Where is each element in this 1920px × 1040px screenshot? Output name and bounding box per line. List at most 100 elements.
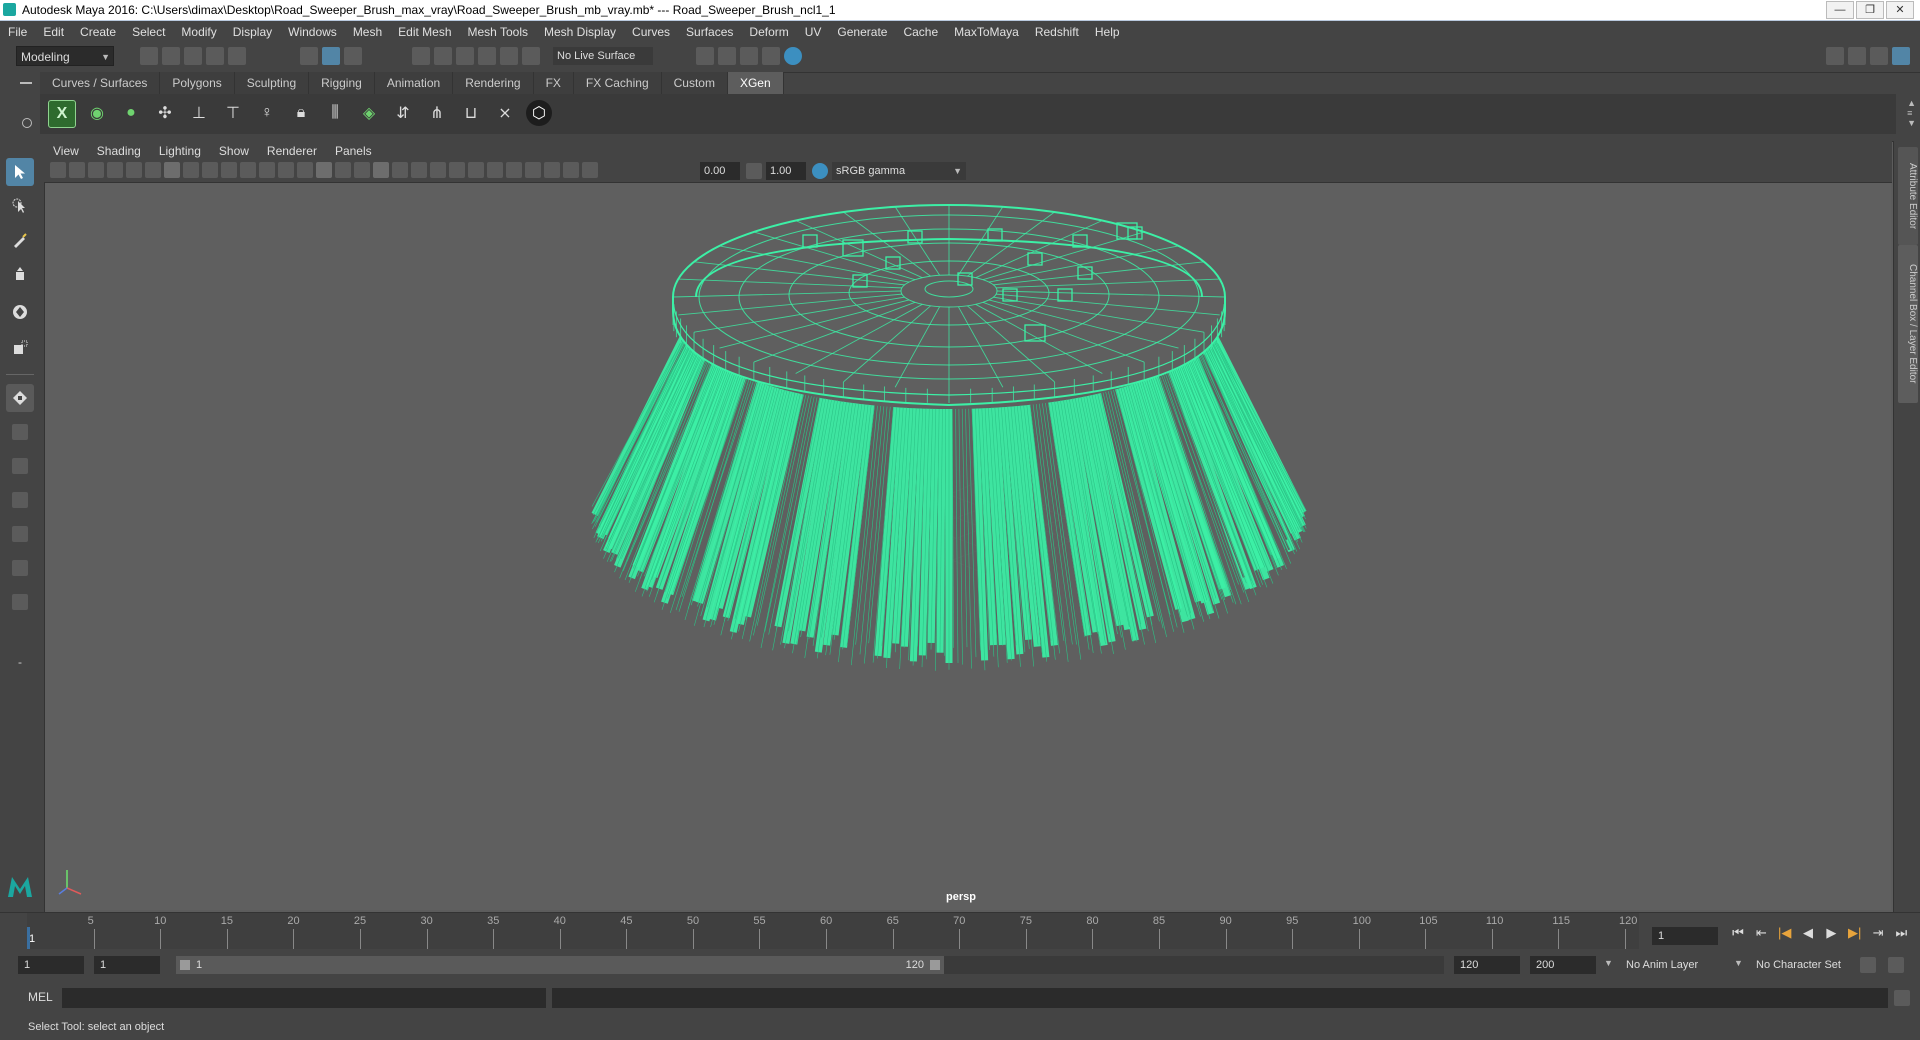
xgen-layers-icon[interactable]: ◈ — [356, 100, 382, 126]
single-perspective-layout-icon[interactable] — [6, 418, 34, 446]
menu-uv[interactable]: UV — [797, 25, 830, 39]
scale-tool-icon[interactable] — [6, 334, 34, 362]
shelf-tab-curves-surfaces[interactable]: Curves / Surfaces — [40, 72, 161, 94]
shelf-tab-fx[interactable]: FX — [533, 72, 574, 94]
scene-start-field[interactable]: 1 — [18, 956, 84, 974]
xgen-interactive-groom-icon[interactable]: ⬡ — [526, 100, 552, 126]
menu-maxtomaya[interactable]: MaxToMaya — [946, 25, 1027, 39]
xgen-preview-icon[interactable]: ◉ — [84, 100, 110, 126]
isolate-select-icon[interactable] — [506, 162, 522, 178]
go-to-end-icon[interactable]: ⏭ — [1891, 925, 1911, 941]
xgen-sculpt-guide-icon[interactable]: ♀ — [254, 100, 280, 126]
channel-box-tab[interactable]: Channel Box / Layer Editor — [1898, 245, 1918, 403]
xgen-place-guides-icon[interactable]: ✣ — [152, 100, 178, 126]
xgen-rebuild-icon[interactable]: ⇵ — [390, 100, 416, 126]
render-settings-icon[interactable] — [762, 47, 780, 65]
hypershade-icon[interactable] — [784, 47, 802, 65]
step-back-key-icon[interactable]: ⇤ — [1751, 925, 1771, 941]
xray-components-icon[interactable] — [563, 162, 579, 178]
viewport-menu-view[interactable]: View — [44, 144, 88, 158]
camera-select-icon[interactable] — [50, 162, 66, 178]
menu-display[interactable]: Display — [225, 25, 280, 39]
new-scene-icon[interactable] — [140, 47, 158, 65]
maximize-button[interactable]: ❐ — [1856, 1, 1884, 19]
range-slider[interactable]: 1 120 — [176, 956, 944, 974]
playback-start-field[interactable]: 1 — [94, 956, 160, 974]
safe-action-icon[interactable] — [259, 162, 275, 178]
xray-icon[interactable] — [525, 162, 541, 178]
xgen-bend-icon[interactable]: ⋔ — [424, 100, 450, 126]
current-time-marker[interactable] — [27, 927, 30, 949]
character-set-select[interactable]: No Character Set — [1750, 956, 1870, 974]
shelf-tab-animation[interactable]: Animation — [374, 72, 454, 94]
viewport-menu-lighting[interactable]: Lighting — [150, 144, 210, 158]
bookmark-icon[interactable] — [88, 162, 104, 178]
xgen-guide-length-icon[interactable]: ⫼ — [322, 100, 348, 126]
flat-shade-icon[interactable] — [335, 162, 351, 178]
chevron-down-icon[interactable]: ▼ — [1734, 958, 1743, 968]
auto-key-icon[interactable] — [1860, 957, 1876, 973]
motion-blur-icon[interactable] — [449, 162, 465, 178]
last-tool-icon[interactable] — [6, 384, 34, 412]
color-management-icon[interactable] — [812, 163, 828, 179]
menu-deform[interactable]: Deform — [741, 25, 796, 39]
shelf-tab-polygons[interactable]: Polygons — [160, 72, 235, 94]
ambient-occlusion-icon[interactable] — [430, 162, 446, 178]
paint-select-tool-icon[interactable] — [6, 226, 34, 254]
menu-edit[interactable]: Edit — [35, 25, 72, 39]
menu-file[interactable]: File — [0, 25, 35, 39]
snap-grid-icon[interactable] — [412, 47, 430, 65]
step-forward-frame-icon[interactable]: ▶| — [1845, 925, 1865, 941]
render-view-icon[interactable] — [696, 47, 714, 65]
menu-set-selector[interactable]: Modeling ▼ — [16, 46, 114, 66]
mel-label[interactable]: MEL — [28, 990, 53, 1004]
layout-more-icon[interactable]: - — [6, 648, 34, 676]
menu-windows[interactable]: Windows — [280, 25, 345, 39]
make-live-icon[interactable] — [500, 47, 518, 65]
menu-edit-mesh[interactable]: Edit Mesh — [390, 25, 459, 39]
open-scene-icon[interactable] — [162, 47, 180, 65]
maya-home-logo-icon[interactable] — [6, 872, 34, 900]
range-start-handle[interactable] — [180, 960, 190, 970]
menu-redshift[interactable]: Redshift — [1027, 25, 1087, 39]
xgen-move-guide-icon[interactable]: ⊤ — [220, 100, 246, 126]
attribute-editor-toggle-icon[interactable] — [1848, 47, 1866, 65]
save-scene-icon[interactable] — [184, 47, 202, 65]
gamma-field[interactable]: 1.00 — [766, 162, 806, 180]
grease-pencil-icon[interactable] — [145, 162, 161, 178]
select-object-icon[interactable] — [322, 47, 340, 65]
lasso-tool-icon[interactable] — [6, 192, 34, 220]
xgen-lock-guide-icon[interactable]: 🔒︎ — [288, 100, 314, 126]
range-end-handle[interactable] — [930, 960, 940, 970]
persp-graph-layout-icon[interactable] — [6, 520, 34, 548]
tool-settings-toggle-icon[interactable] — [1870, 47, 1888, 65]
shelf-menu-icon[interactable] — [20, 82, 32, 84]
menu-select[interactable]: Select — [124, 25, 173, 39]
xray-joints-icon[interactable] — [544, 162, 560, 178]
go-to-start-icon[interactable]: ⏮ — [1728, 925, 1748, 941]
snap-point-icon[interactable] — [456, 47, 474, 65]
snap-curve-icon[interactable] — [434, 47, 452, 65]
move-tool-icon[interactable] — [6, 262, 34, 290]
viewport-menu-shading[interactable]: Shading — [88, 144, 150, 158]
resolution-gate-icon[interactable] — [202, 162, 218, 178]
shelf-tab-fx-caching[interactable]: FX Caching — [573, 72, 662, 94]
playback-end-field[interactable]: 120 — [1454, 956, 1520, 974]
chevron-down-icon[interactable]: ▼ — [1604, 958, 1613, 968]
xgen-normalize-icon[interactable]: ⊔ — [458, 100, 484, 126]
undo-icon[interactable] — [206, 47, 224, 65]
rotate-tool-icon[interactable] — [6, 298, 34, 326]
gate-mask-icon[interactable] — [221, 162, 237, 178]
time-ruler[interactable]: 1 5 10 15 20 25 30 35 40 45 50 55 60 65 70 75 80 85 90 95 10… — [27, 913, 1639, 949]
menu-generate[interactable]: Generate — [829, 25, 895, 39]
menu-curves[interactable]: Curves — [624, 25, 678, 39]
play-forward-icon[interactable]: ▶ — [1821, 925, 1841, 941]
outliner-layout-icon[interactable] — [6, 588, 34, 616]
viewport-menu-show[interactable]: Show — [210, 144, 258, 158]
shelf-tab-xgen[interactable]: XGen — [727, 72, 784, 94]
shelf-settings-icon[interactable] — [22, 118, 32, 128]
xgen-add-guide-icon[interactable]: ⊥ — [186, 100, 212, 126]
menu-mesh[interactable]: Mesh — [345, 25, 390, 39]
play-backward-icon[interactable]: ◀ — [1798, 925, 1818, 941]
select-tool-icon[interactable] — [6, 158, 34, 186]
